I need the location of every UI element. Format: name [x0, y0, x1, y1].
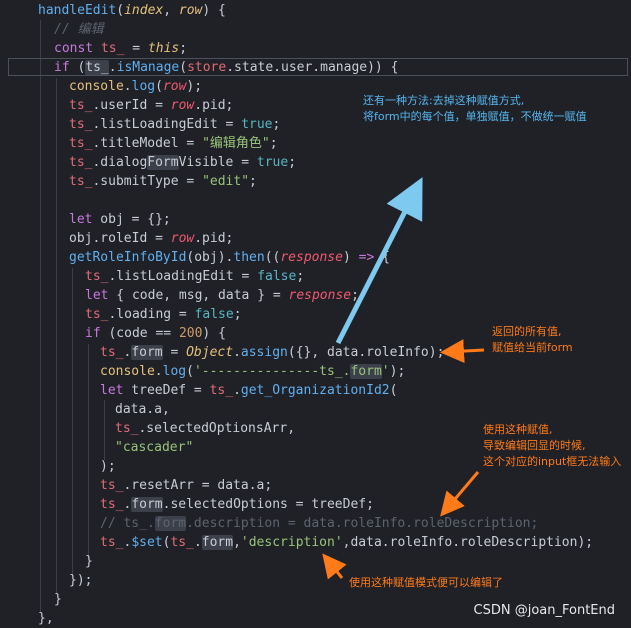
annotation-alternative-method: 还有一种方法:去掉这种赋值方式, 将form中的每个值，单独赋值，不做统一赋值: [363, 94, 587, 123]
annotation-assign-form: 返回的所有值, 赋值给当前form: [492, 325, 573, 354]
annotation-set-fix: 使用这种赋值模式便可以编辑了: [349, 576, 503, 589]
watermark: CSDN @joan_FontEnd: [473, 603, 615, 618]
orange-arrow-fix: [322, 553, 347, 580]
blue-arrow: [335, 177, 423, 345]
annotation-input-problem: 使用这种赋值, 导致编辑回显的时候, 这个对应的input框无法输入: [483, 423, 622, 468]
orange-arrow-problem: [440, 471, 480, 517]
orange-arrow-assign: [440, 339, 485, 364]
